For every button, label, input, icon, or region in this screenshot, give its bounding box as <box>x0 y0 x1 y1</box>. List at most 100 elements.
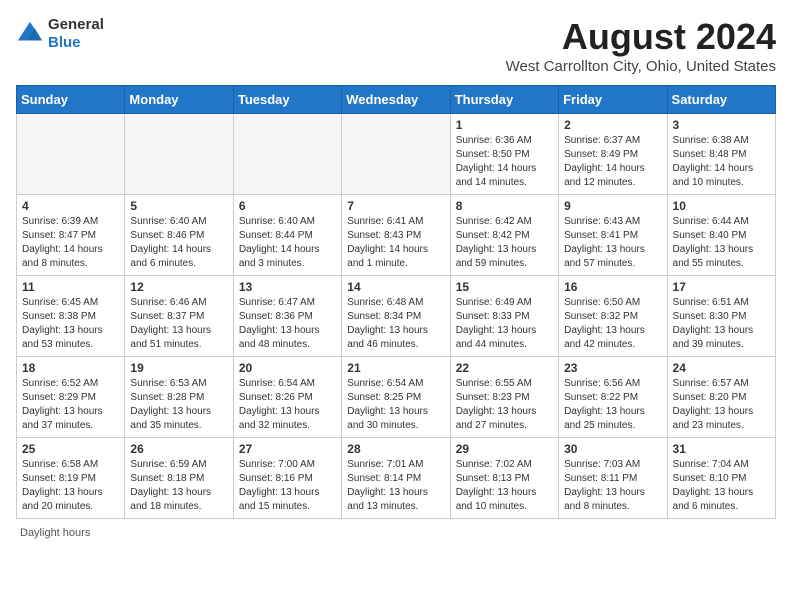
cell-content: Sunrise: 7:02 AM Sunset: 8:13 PM Dayligh… <box>456 458 553 514</box>
calendar-cell: 21Sunrise: 6:54 AM Sunset: 8:25 PM Dayli… <box>342 357 450 438</box>
cell-content: Sunrise: 6:45 AM Sunset: 8:38 PM Dayligh… <box>22 296 119 352</box>
calendar-cell: 14Sunrise: 6:48 AM Sunset: 8:34 PM Dayli… <box>342 276 450 357</box>
day-number: 18 <box>22 361 119 375</box>
day-number: 11 <box>22 280 119 294</box>
day-number: 24 <box>673 361 770 375</box>
column-header-thursday: Thursday <box>450 86 558 114</box>
day-number: 8 <box>456 199 553 213</box>
cell-content: Sunrise: 6:59 AM Sunset: 8:18 PM Dayligh… <box>130 458 227 514</box>
day-number: 25 <box>22 442 119 456</box>
column-header-friday: Friday <box>559 86 667 114</box>
day-number: 19 <box>130 361 227 375</box>
day-number: 16 <box>564 280 661 294</box>
logo-general: General <box>48 16 104 33</box>
location-title: West Carrollton City, Ohio, United State… <box>506 58 776 75</box>
column-header-wednesday: Wednesday <box>342 86 450 114</box>
calendar-cell: 31Sunrise: 7:04 AM Sunset: 8:10 PM Dayli… <box>667 438 775 519</box>
calendar-cell: 8 Sunrise: 6:42 AM Sunset: 8:42 PM Daylig… <box>450 195 558 276</box>
cell-content: Sunrise: 6:48 AM Sunset: 8:34 PM Dayligh… <box>347 296 444 352</box>
cell-content: Sunrise: 6:49 AM Sunset: 8:33 PM Dayligh… <box>456 296 553 352</box>
logo: General Blue <box>16 16 104 52</box>
calendar-cell: 18 Sunrise: 6:52 AM Sunset: 8:29 PM Dayli… <box>17 357 125 438</box>
logo-blue: Blue <box>48 34 81 51</box>
cell-content: Sunrise: 6:52 AM Sunset: 8:29 PM Dayligh… <box>22 377 119 433</box>
title-area: August 2024 West Carrollton City, Ohio, … <box>506 16 776 75</box>
cell-content: Sunrise: 6:44 AM Sunset: 8:40 PM Dayligh… <box>673 215 770 271</box>
calendar-cell: 22Sunrise: 6:55 AM Sunset: 8:23 PM Dayli… <box>450 357 558 438</box>
calendar-cell: 20 Sunrise: 6:54 AM Sunset: 8:26 PM Dayli… <box>233 357 341 438</box>
calendar-cell: 30Sunrise: 7:03 AM Sunset: 8:11 PM Dayli… <box>559 438 667 519</box>
cell-content: Sunrise: 6:37 AM Sunset: 8:49 PM Dayligh… <box>564 134 661 190</box>
month-title: August 2024 <box>506 16 776 58</box>
cell-content: Sunrise: 6:53 AM Sunset: 8:28 PM Dayligh… <box>130 377 227 433</box>
calendar-cell: 11 Sunrise: 6:45 AM Sunset: 8:38 PM Dayli… <box>17 276 125 357</box>
calendar-cell: 12 Sunrise: 6:46 AM Sunset: 8:37 PM Dayli… <box>125 276 233 357</box>
column-header-monday: Monday <box>125 86 233 114</box>
calendar-cell: 26 Sunrise: 6:59 AM Sunset: 8:18 PM Dayli… <box>125 438 233 519</box>
logo-icon <box>16 20 44 48</box>
day-number: 7 <box>347 199 444 213</box>
day-number: 13 <box>239 280 336 294</box>
column-header-tuesday: Tuesday <box>233 86 341 114</box>
column-header-sunday: Sunday <box>17 86 125 114</box>
week-row-3: 11 Sunrise: 6:45 AM Sunset: 8:38 PM Dayli… <box>17 276 776 357</box>
cell-content: Sunrise: 7:03 AM Sunset: 8:11 PM Dayligh… <box>564 458 661 514</box>
cell-content: Sunrise: 7:04 AM Sunset: 8:10 PM Dayligh… <box>673 458 770 514</box>
calendar-cell: 1Sunrise: 6:36 AM Sunset: 8:50 PM Daylig… <box>450 114 558 195</box>
cell-content: Sunrise: 7:01 AM Sunset: 8:14 PM Dayligh… <box>347 458 444 514</box>
day-number: 23 <box>564 361 661 375</box>
cell-content: Sunrise: 6:54 AM Sunset: 8:25 PM Dayligh… <box>347 377 444 433</box>
calendar-cell: 4 Sunrise: 6:39 AM Sunset: 8:47 PM Daylig… <box>17 195 125 276</box>
cell-content: Sunrise: 6:57 AM Sunset: 8:20 PM Dayligh… <box>673 377 770 433</box>
cell-content: Sunrise: 6:39 AM Sunset: 8:47 PM Dayligh… <box>22 215 119 271</box>
calendar-cell: 6Sunrise: 6:40 AM Sunset: 8:44 PM Daylig… <box>233 195 341 276</box>
calendar-cell: 7 Sunrise: 6:41 AM Sunset: 8:43 PM Daylig… <box>342 195 450 276</box>
cell-content: Sunrise: 6:50 AM Sunset: 8:32 PM Dayligh… <box>564 296 661 352</box>
week-row-1: 1Sunrise: 6:36 AM Sunset: 8:50 PM Daylig… <box>17 114 776 195</box>
day-number: 9 <box>564 199 661 213</box>
week-row-2: 4 Sunrise: 6:39 AM Sunset: 8:47 PM Daylig… <box>17 195 776 276</box>
cell-content: Sunrise: 6:43 AM Sunset: 8:41 PM Dayligh… <box>564 215 661 271</box>
cell-content: Sunrise: 6:54 AM Sunset: 8:26 PM Dayligh… <box>239 377 336 433</box>
cell-content: Sunrise: 6:42 AM Sunset: 8:42 PM Dayligh… <box>456 215 553 271</box>
calendar-cell: 24 Sunrise: 6:57 AM Sunset: 8:20 PM Dayli… <box>667 357 775 438</box>
day-number: 3 <box>673 118 770 132</box>
day-number: 4 <box>22 199 119 213</box>
day-number: 15 <box>456 280 553 294</box>
cell-content: Sunrise: 6:40 AM Sunset: 8:46 PM Dayligh… <box>130 215 227 271</box>
cell-content: Sunrise: 6:58 AM Sunset: 8:19 PM Dayligh… <box>22 458 119 514</box>
calendar-cell: 13Sunrise: 6:47 AM Sunset: 8:36 PM Dayli… <box>233 276 341 357</box>
calendar-cell: 15 Sunrise: 6:49 AM Sunset: 8:33 PM Dayli… <box>450 276 558 357</box>
day-number: 6 <box>239 199 336 213</box>
footer-note: Daylight hours <box>16 527 776 539</box>
calendar-cell: 23Sunrise: 6:56 AM Sunset: 8:22 PM Dayli… <box>559 357 667 438</box>
calendar-cell: 9 Sunrise: 6:43 AM Sunset: 8:41 PM Daylig… <box>559 195 667 276</box>
calendar-cell: 17Sunrise: 6:51 AM Sunset: 8:30 PM Dayli… <box>667 276 775 357</box>
calendar-cell: 28Sunrise: 7:01 AM Sunset: 8:14 PM Dayli… <box>342 438 450 519</box>
day-number: 12 <box>130 280 227 294</box>
calendar-cell: 10 Sunrise: 6:44 AM Sunset: 8:40 PM Dayli… <box>667 195 775 276</box>
cell-content: Sunrise: 7:00 AM Sunset: 8:16 PM Dayligh… <box>239 458 336 514</box>
day-number: 29 <box>456 442 553 456</box>
calendar-cell: 16 Sunrise: 6:50 AM Sunset: 8:32 PM Dayli… <box>559 276 667 357</box>
column-header-saturday: Saturday <box>667 86 775 114</box>
calendar-cell: 3 Sunrise: 6:38 AM Sunset: 8:48 PM Daylig… <box>667 114 775 195</box>
calendar-cell <box>17 114 125 195</box>
day-number: 1 <box>456 118 553 132</box>
cell-content: Sunrise: 6:46 AM Sunset: 8:37 PM Dayligh… <box>130 296 227 352</box>
day-number: 10 <box>673 199 770 213</box>
calendar-cell: 25 Sunrise: 6:58 AM Sunset: 8:19 PM Dayli… <box>17 438 125 519</box>
day-number: 22 <box>456 361 553 375</box>
day-number: 2 <box>564 118 661 132</box>
calendar-cell: 27 Sunrise: 7:00 AM Sunset: 8:16 PM Dayli… <box>233 438 341 519</box>
cell-content: Sunrise: 6:38 AM Sunset: 8:48 PM Dayligh… <box>673 134 770 190</box>
week-row-4: 18 Sunrise: 6:52 AM Sunset: 8:29 PM Dayli… <box>17 357 776 438</box>
cell-content: Sunrise: 6:41 AM Sunset: 8:43 PM Dayligh… <box>347 215 444 271</box>
cell-content: Sunrise: 6:51 AM Sunset: 8:30 PM Dayligh… <box>673 296 770 352</box>
calendar-cell: 2 Sunrise: 6:37 AM Sunset: 8:49 PM Daylig… <box>559 114 667 195</box>
day-number: 20 <box>239 361 336 375</box>
day-number: 27 <box>239 442 336 456</box>
header-row: SundayMondayTuesdayWednesdayThursdayFrid… <box>17 86 776 114</box>
day-number: 26 <box>130 442 227 456</box>
day-number: 5 <box>130 199 227 213</box>
